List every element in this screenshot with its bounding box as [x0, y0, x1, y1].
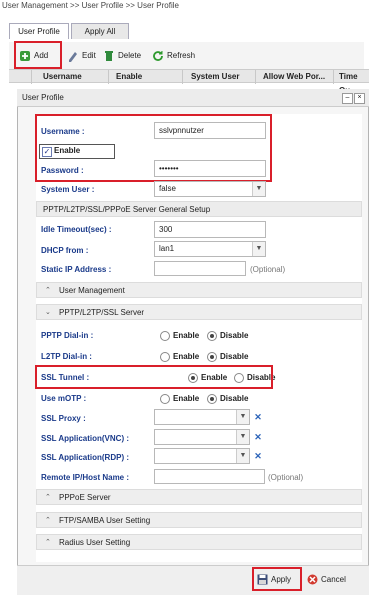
pptp-section[interactable]: ⌄ PPTP/L2TP/SSL Server: [36, 304, 362, 320]
cancel-label: Cancel: [321, 575, 346, 584]
motp-disable-text: Disable: [220, 394, 249, 403]
tab-user-profile[interactable]: User Profile: [9, 23, 69, 39]
pptp-disable-text: Disable: [220, 331, 249, 340]
radius-section-title: Radius User Setting: [59, 538, 131, 547]
chevron-up-icon: ⌃: [45, 539, 51, 546]
l2tp-dialin-label: L2TP Dial-in :: [41, 352, 92, 361]
chevron-down-icon: ▼: [252, 242, 265, 256]
dialog-titlebar: User Profile – ×: [17, 89, 369, 107]
tab-apply-all[interactable]: Apply All: [71, 23, 129, 39]
breadcrumb: User Management >> User Profile >> User …: [2, 1, 179, 10]
credentials-highlight-box: [35, 114, 272, 182]
system-user-select[interactable]: false ▼: [154, 181, 266, 197]
delete-button[interactable]: Delete: [103, 48, 141, 64]
edit-label: Edit: [82, 51, 96, 60]
use-motp-label: Use mOTP :: [41, 394, 87, 403]
ftp-samba-section-title: FTP/SAMBA User Setting: [59, 516, 151, 525]
chevron-up-icon: ⌃: [45, 287, 51, 294]
close-icon[interactable]: ×: [354, 93, 365, 104]
ssl-vnc-label: SSL Application(VNC) :: [41, 434, 129, 443]
dialog-title: User Profile: [22, 93, 64, 102]
ssl-vnc-select[interactable]: ▼: [154, 429, 250, 445]
refresh-label: Refresh: [167, 51, 196, 60]
l2tp-disable-radio[interactable]: [207, 352, 217, 362]
remote-ip-optional: (Optional): [268, 473, 304, 482]
col-system-user[interactable]: System User: [191, 70, 239, 84]
chevron-up-icon: ⌃: [45, 517, 51, 524]
remote-ip-label: Remote IP/Host Name :: [41, 473, 130, 482]
col-allow-web-portal[interactable]: Allow Web Por...: [263, 70, 325, 84]
toolbar: Add Edit Delete Refresh: [9, 42, 364, 70]
static-ip-label: Static IP Address :: [41, 265, 112, 274]
l2tp-enable-radio[interactable]: [160, 352, 170, 362]
l2tp-disable-text: Disable: [220, 352, 249, 361]
motp-disable-radio[interactable]: [207, 394, 217, 404]
motp-enable-text: Enable: [173, 394, 200, 403]
pptp-enable-radio[interactable]: [160, 331, 170, 341]
add-highlight-box: [14, 41, 62, 69]
delete-label: Delete: [118, 51, 142, 60]
minimize-icon[interactable]: –: [342, 93, 353, 104]
ftp-samba-section[interactable]: ⌃ FTP/SAMBA User Setting: [36, 512, 362, 528]
pppoe-section-title: PPPoE Server: [59, 493, 111, 502]
col-username[interactable]: Username: [43, 70, 82, 84]
refresh-button[interactable]: Refresh: [152, 48, 195, 64]
ssl-proxy-clear-icon[interactable]: ✕: [252, 410, 264, 424]
chevron-up-icon: ⌃: [45, 494, 51, 501]
system-user-value: false: [159, 184, 176, 193]
edit-icon: [67, 50, 79, 62]
dhcp-from-value: lan1: [159, 244, 175, 253]
trash-icon: [103, 50, 115, 62]
idle-timeout-input[interactable]: 300: [154, 221, 266, 238]
chevron-down-icon: ▼: [252, 182, 265, 196]
pptp-disable-radio[interactable]: [207, 331, 217, 341]
radius-section[interactable]: ⌃ Radius User Setting: [36, 534, 362, 550]
ssl-rdp-clear-icon[interactable]: ✕: [252, 449, 264, 463]
dhcp-from-select[interactable]: lan1 ▼: [154, 241, 266, 257]
idle-timeout-label: Idle Timeout(sec) :: [41, 225, 112, 234]
ssl-proxy-label: SSL Proxy :: [41, 414, 86, 423]
chevron-down-icon: ▼: [236, 449, 249, 463]
chevron-down-icon: ⌄: [45, 309, 51, 316]
cancel-button[interactable]: Cancel: [307, 572, 346, 588]
general-setup-title: PPTP/L2TP/SSL/PPPoE Server General Setup: [43, 205, 211, 214]
static-ip-input[interactable]: [154, 261, 246, 276]
static-ip-optional: (Optional): [250, 265, 286, 274]
chevron-down-icon: ▼: [236, 430, 249, 444]
ssl-rdp-select[interactable]: ▼: [154, 448, 250, 464]
user-management-title: User Management: [59, 286, 125, 295]
dhcp-from-label: DHCP from :: [41, 246, 89, 255]
motp-enable-radio[interactable]: [160, 394, 170, 404]
refresh-icon: [152, 50, 164, 62]
pppoe-section[interactable]: ⌃ PPPoE Server: [36, 489, 362, 505]
ssl-rdp-label: SSL Application(RDP) :: [41, 453, 129, 462]
cancel-icon: [307, 574, 318, 585]
user-management-section[interactable]: ⌃ User Management: [36, 282, 362, 298]
dialog-footer: Apply Cancel: [17, 565, 369, 595]
l2tp-enable-text: Enable: [173, 352, 200, 361]
apply-highlight-box: [252, 567, 302, 591]
system-user-label: System User :: [41, 185, 95, 194]
ssl-proxy-select[interactable]: ▼: [154, 409, 250, 425]
ssl-tunnel-highlight-box: [35, 365, 273, 389]
col-enable[interactable]: Enable: [116, 70, 142, 84]
ssl-vnc-clear-icon[interactable]: ✕: [252, 430, 264, 444]
pptp-dialin-label: PPTP Dial-in :: [41, 331, 94, 340]
edit-button[interactable]: Edit: [67, 48, 96, 64]
pptp-section-title: PPTP/L2TP/SSL Server: [59, 308, 145, 317]
grid-header: Username Enable System User Allow Web Po…: [9, 69, 369, 95]
general-setup-section: PPTP/L2TP/SSL/PPPoE Server General Setup: [36, 201, 362, 217]
pptp-enable-text: Enable: [173, 331, 200, 340]
chevron-down-icon: ▼: [236, 410, 249, 424]
remote-ip-input[interactable]: [154, 469, 265, 484]
